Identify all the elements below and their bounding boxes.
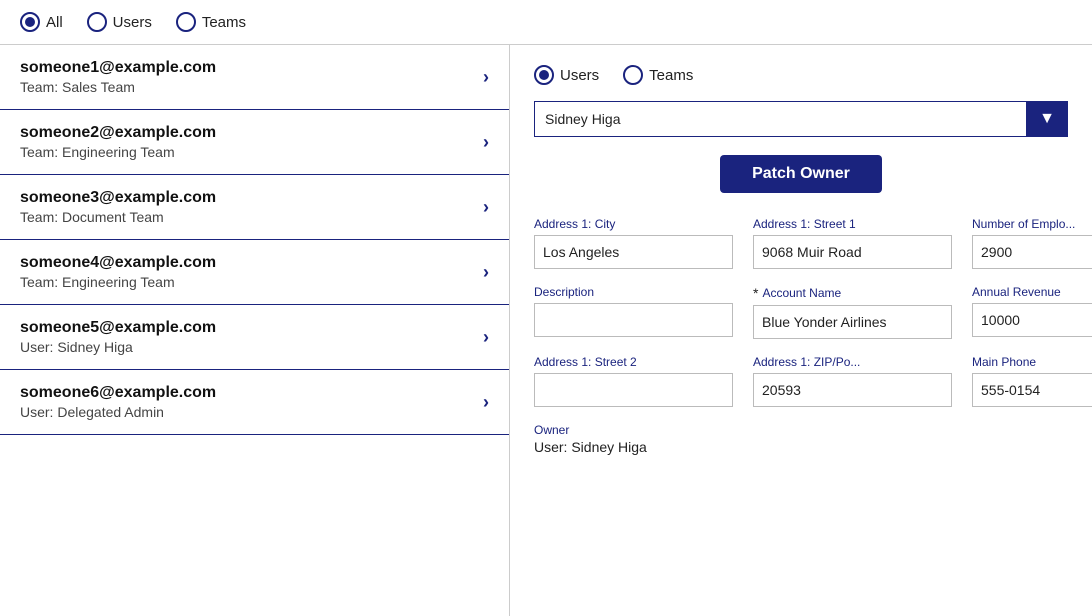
owner-section: Owner User: Sidney Higa xyxy=(534,423,1068,455)
field-label-addr1street2: Address 1: Street 2 xyxy=(534,355,637,369)
field-label-mainphone: Main Phone xyxy=(972,355,1036,369)
chevron-icon: › xyxy=(483,262,489,283)
field-group-addr1city: Address 1: City xyxy=(534,217,733,269)
field-label-row-addr1street2: Address 1: Street 2 xyxy=(534,355,733,369)
field-label-row-numemplo: Number of Emplo... xyxy=(972,217,1092,231)
fields-grid: Address 1: CityAddress 1: Street 1Number… xyxy=(534,217,1068,407)
list-item[interactable]: someone3@example.com Team: Document Team… xyxy=(0,175,509,240)
chevron-icon: › xyxy=(483,392,489,413)
patch-owner-button[interactable]: Patch Owner xyxy=(720,155,882,193)
field-input-addr1city[interactable] xyxy=(534,235,733,269)
chevron-icon: › xyxy=(483,327,489,348)
field-label-row-mainphone: Main Phone xyxy=(972,355,1092,369)
field-group-mainphone: Main Phone xyxy=(972,355,1092,407)
list-item[interactable]: someone2@example.com Team: Engineering T… xyxy=(0,110,509,175)
field-input-mainphone[interactable] xyxy=(972,373,1092,407)
right-filter-teams-label: Teams xyxy=(649,67,693,84)
filter-all-label: All xyxy=(46,14,63,31)
field-input-numemplo[interactable] xyxy=(972,235,1092,269)
field-label-row-description: Description xyxy=(534,285,733,299)
field-group-annualrevenue: Annual Revenue xyxy=(972,285,1092,339)
list-item-sub: User: Delegated Admin xyxy=(20,404,216,420)
field-group-addr1street2: Address 1: Street 2 xyxy=(534,355,733,407)
list-item-sub: User: Sidney Higa xyxy=(20,339,216,355)
owner-dropdown-input[interactable] xyxy=(534,101,1026,137)
field-group-numemplo: Number of Emplo... xyxy=(972,217,1092,269)
filter-all[interactable]: All xyxy=(20,12,63,32)
list-item-text: someone5@example.com User: Sidney Higa xyxy=(20,319,216,355)
field-label-addr1zip: Address 1: ZIP/Po... xyxy=(753,355,860,369)
list-item-text: someone2@example.com Team: Engineering T… xyxy=(20,124,216,160)
field-label-row-addr1zip: Address 1: ZIP/Po... xyxy=(753,355,952,369)
field-group-accountname: * Account Name xyxy=(753,285,952,339)
radio-users[interactable] xyxy=(87,12,107,32)
owner-dropdown-wrapper: ▼ xyxy=(534,101,1068,137)
chevron-icon: › xyxy=(483,67,489,88)
field-label-row-accountname: * Account Name xyxy=(753,285,952,301)
main-content: someone1@example.com Team: Sales Team › … xyxy=(0,45,1092,616)
list-item-text: someone3@example.com Team: Document Team xyxy=(20,189,216,225)
top-filter-bar: All Users Teams xyxy=(0,0,1092,45)
list-item-sub: Team: Sales Team xyxy=(20,79,216,95)
owner-dropdown-btn[interactable]: ▼ xyxy=(1026,101,1068,137)
field-label-row-addr1city: Address 1: City xyxy=(534,217,733,231)
field-group-addr1zip: Address 1: ZIP/Po... xyxy=(753,355,952,407)
list-item-sub: Team: Engineering Team xyxy=(20,144,216,160)
right-radio-teams[interactable] xyxy=(623,65,643,85)
field-label-row-annualrevenue: Annual Revenue xyxy=(972,285,1092,299)
field-input-description[interactable] xyxy=(534,303,733,337)
field-input-addr1street2[interactable] xyxy=(534,373,733,407)
list-item-email: someone4@example.com xyxy=(20,254,216,272)
field-label-description: Description xyxy=(534,285,594,299)
right-filter-bar: Users Teams xyxy=(534,65,1068,85)
right-radio-users[interactable] xyxy=(534,65,554,85)
field-label-annualrevenue: Annual Revenue xyxy=(972,285,1061,299)
field-label-accountname: Account Name xyxy=(762,286,841,300)
list-item-text: someone1@example.com Team: Sales Team xyxy=(20,59,216,95)
list-item-text: someone6@example.com User: Delegated Adm… xyxy=(20,384,216,420)
owner-value: User: Sidney Higa xyxy=(534,439,1068,455)
list-item-sub: Team: Document Team xyxy=(20,209,216,225)
field-label-numemplo: Number of Emplo... xyxy=(972,217,1075,231)
list-item-email: someone5@example.com xyxy=(20,319,216,337)
list-item-email: someone3@example.com xyxy=(20,189,216,207)
field-input-accountname[interactable] xyxy=(753,305,952,339)
filter-users-label: Users xyxy=(113,14,152,31)
list-item-email: someone2@example.com xyxy=(20,124,216,142)
field-input-addr1zip[interactable] xyxy=(753,373,952,407)
list-item-text: someone4@example.com Team: Engineering T… xyxy=(20,254,216,290)
list-item[interactable]: someone5@example.com User: Sidney Higa › xyxy=(0,305,509,370)
required-star-accountname: * xyxy=(753,285,758,301)
field-label-row-addr1street1: Address 1: Street 1 xyxy=(753,217,952,231)
list-item[interactable]: someone6@example.com User: Delegated Adm… xyxy=(0,370,509,435)
field-group-description: Description xyxy=(534,285,733,339)
list-item-email: someone6@example.com xyxy=(20,384,216,402)
field-label-addr1city: Address 1: City xyxy=(534,217,615,231)
dropdown-arrow-icon: ▼ xyxy=(1039,110,1055,128)
list-item[interactable]: someone1@example.com Team: Sales Team › xyxy=(0,45,509,110)
filter-teams[interactable]: Teams xyxy=(176,12,246,32)
list-item[interactable]: someone4@example.com Team: Engineering T… xyxy=(0,240,509,305)
right-filter-teams[interactable]: Teams xyxy=(623,65,693,85)
field-input-annualrevenue[interactable] xyxy=(972,303,1092,337)
left-panel: someone1@example.com Team: Sales Team › … xyxy=(0,45,510,616)
owner-label: Owner xyxy=(534,423,1068,437)
field-input-addr1street1[interactable] xyxy=(753,235,952,269)
list-item-email: someone1@example.com xyxy=(20,59,216,77)
field-label-addr1street1: Address 1: Street 1 xyxy=(753,217,856,231)
right-filter-users[interactable]: Users xyxy=(534,65,599,85)
radio-teams[interactable] xyxy=(176,12,196,32)
filter-teams-label: Teams xyxy=(202,14,246,31)
filter-users[interactable]: Users xyxy=(87,12,152,32)
chevron-icon: › xyxy=(483,197,489,218)
radio-all[interactable] xyxy=(20,12,40,32)
list-item-sub: Team: Engineering Team xyxy=(20,274,216,290)
right-filter-users-label: Users xyxy=(560,67,599,84)
chevron-icon: › xyxy=(483,132,489,153)
right-panel: Users Teams ▼ Patch Owner Address 1: Cit… xyxy=(510,45,1092,616)
field-group-addr1street1: Address 1: Street 1 xyxy=(753,217,952,269)
